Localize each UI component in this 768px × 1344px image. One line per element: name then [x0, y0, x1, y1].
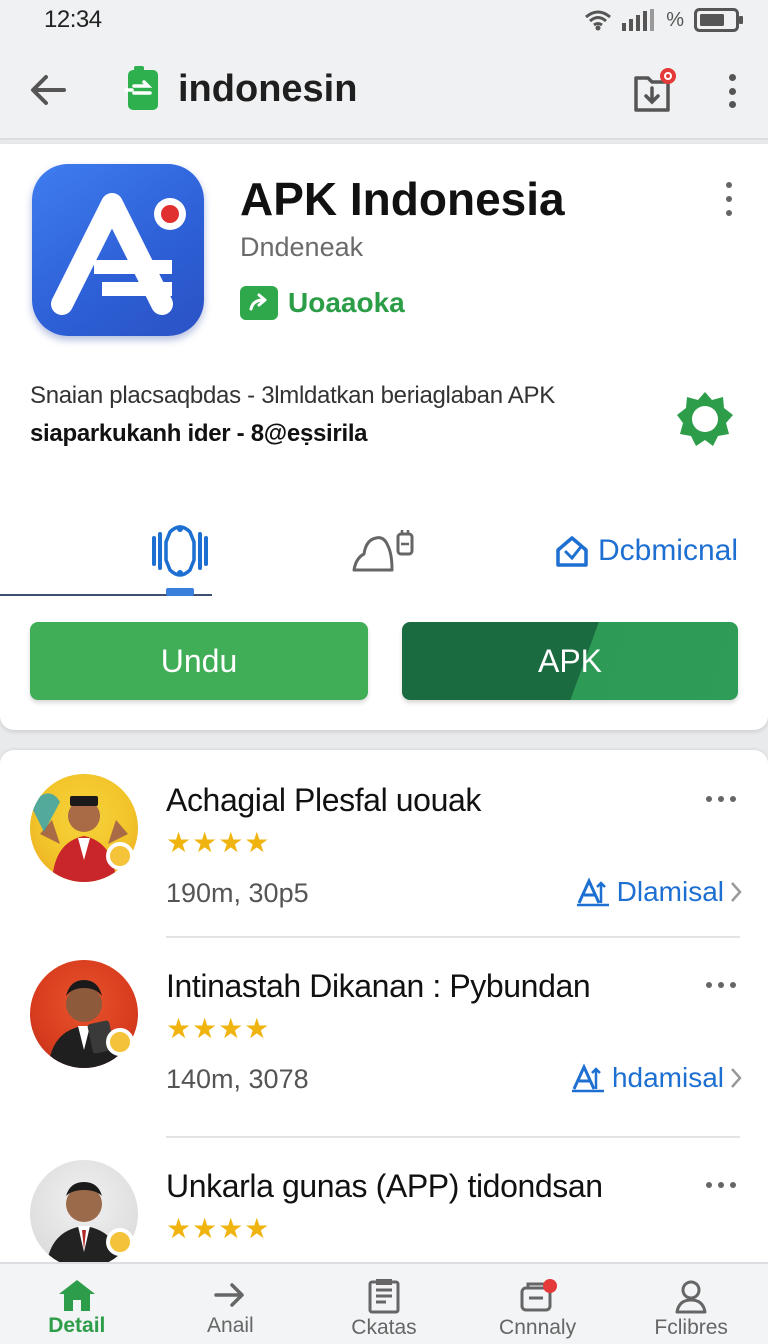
- card-menu-button[interactable]: [722, 182, 736, 216]
- item-title: Achagial Plesfal uouak: [166, 782, 481, 818]
- app-bar-title: indonesin: [178, 68, 358, 110]
- arrow-left-icon: [31, 75, 66, 105]
- share-icon: [240, 286, 278, 320]
- nav-cnnnaly[interactable]: Cnnnaly: [461, 1264, 615, 1344]
- description-line-2: siaparkukanh ider - 8@eṣsirila: [30, 420, 368, 447]
- home-icon: [556, 536, 588, 567]
- tab-label: Dcbmicnal: [597, 534, 739, 567]
- item-menu-button[interactable]: [706, 1182, 736, 1188]
- nav-ckatas[interactable]: Ckatas: [307, 1264, 461, 1344]
- person-icon: [675, 1280, 707, 1314]
- bracket-icon: [152, 525, 208, 577]
- item-meta: 190m, 30p5: [166, 878, 309, 908]
- install-icon: [571, 1063, 604, 1093]
- active-tab-indicator: [166, 588, 194, 596]
- chevron-right-icon: [731, 1068, 742, 1088]
- status-icons: %: [584, 8, 744, 32]
- divider: [166, 1136, 740, 1138]
- apk-button[interactable]: APK: [402, 622, 738, 700]
- signal-icon: [622, 9, 655, 31]
- badge-label: Uoaaoka: [288, 287, 405, 318]
- overflow-menu-button[interactable]: [718, 70, 746, 112]
- tab-download[interactable]: Dcbmicnal: [548, 514, 744, 588]
- arrow-right-icon: [214, 1283, 245, 1307]
- back-button[interactable]: [26, 70, 70, 110]
- item-title: Intinastah Dikanan : Pybundan: [166, 968, 591, 1004]
- nav-label: Detail: [48, 1314, 106, 1337]
- nav-anail[interactable]: Anail: [154, 1264, 308, 1344]
- battery-icon: [694, 8, 743, 32]
- nav-detail[interactable]: Detail: [0, 1264, 154, 1344]
- app-card: APK Indonesia Dndeneak Uoaaoka Snaian pl…: [0, 144, 768, 730]
- wifi-icon: [585, 10, 612, 31]
- tab-notifications[interactable]: [336, 514, 432, 588]
- rating-stars: ★★★★: [166, 1013, 271, 1044]
- tab-overview[interactable]: [130, 514, 230, 588]
- list-icon: [368, 1279, 400, 1314]
- description-line-1: Snaian placsaqbdas - 3lmldatkan beriagla…: [30, 382, 555, 409]
- item-action-link[interactable]: Dlamisal: [575, 876, 742, 908]
- divider: [166, 936, 740, 938]
- tab-strip: Dcbmicnal: [0, 514, 768, 598]
- online-indicator: [106, 842, 134, 870]
- home-icon: [58, 1280, 95, 1311]
- app-icon: [32, 164, 204, 336]
- item-meta: 140m, 3078: [166, 1064, 309, 1094]
- status-time: 12:34: [44, 6, 102, 33]
- app-logo-icon: [51, 193, 186, 315]
- item-action-label: hdamisal: [611, 1062, 724, 1093]
- chevron-right-icon: [731, 882, 742, 902]
- app-name: APK Indonesia: [240, 173, 565, 225]
- undu-button[interactable]: Undu: [30, 622, 368, 700]
- list-item[interactable]: Achagial Plesfal uouak ★★★★ 190m, 30p5 D…: [0, 768, 768, 958]
- app-badge: Uoaaoka: [240, 286, 405, 320]
- battery-percent: %: [666, 8, 684, 31]
- nav-label: Fclibres: [654, 1316, 728, 1339]
- item-menu-button[interactable]: [706, 982, 736, 988]
- app-list: Achagial Plesfal uouak ★★★★ 190m, 30p5 D…: [0, 750, 768, 1270]
- online-indicator: [106, 1028, 134, 1056]
- rating-stars: ★★★★: [166, 827, 271, 858]
- nav-label: Ckatas: [351, 1316, 417, 1339]
- list-item[interactable]: Unkarla gunas (APP) tidondsan ★★★★: [0, 1154, 768, 1270]
- install-icon: [576, 877, 609, 907]
- app-bar: indonesin: [0, 40, 768, 140]
- item-action-link[interactable]: hdamisal: [570, 1062, 742, 1094]
- nav-label: Cnnnaly: [499, 1316, 577, 1339]
- app-developer[interactable]: Dndeneak: [240, 232, 363, 263]
- online-indicator: [106, 1228, 134, 1256]
- status-bar: 12:34 %: [0, 0, 768, 40]
- item-title: Unkarla gunas (APP) tidondsan: [166, 1168, 603, 1204]
- card-icon: [520, 1279, 557, 1312]
- nav-label: Anail: [207, 1314, 254, 1337]
- list-item[interactable]: Intinastah Dikanan : Pybundan ★★★★ 140m,…: [0, 954, 768, 1144]
- nav-fclibres[interactable]: Fclibres: [614, 1264, 768, 1344]
- rating-stars: ★★★★: [166, 1213, 271, 1244]
- brand-logo-icon: [124, 66, 158, 110]
- item-menu-button[interactable]: [706, 796, 736, 802]
- verified-badge-icon: [677, 392, 733, 446]
- bottom-nav: Detail Anail Ckatas Cnnnaly Fclibres: [0, 1262, 768, 1344]
- item-action-label: Dlamisal: [616, 876, 724, 907]
- download-button[interactable]: [628, 66, 676, 116]
- bell-icon: [352, 530, 414, 572]
